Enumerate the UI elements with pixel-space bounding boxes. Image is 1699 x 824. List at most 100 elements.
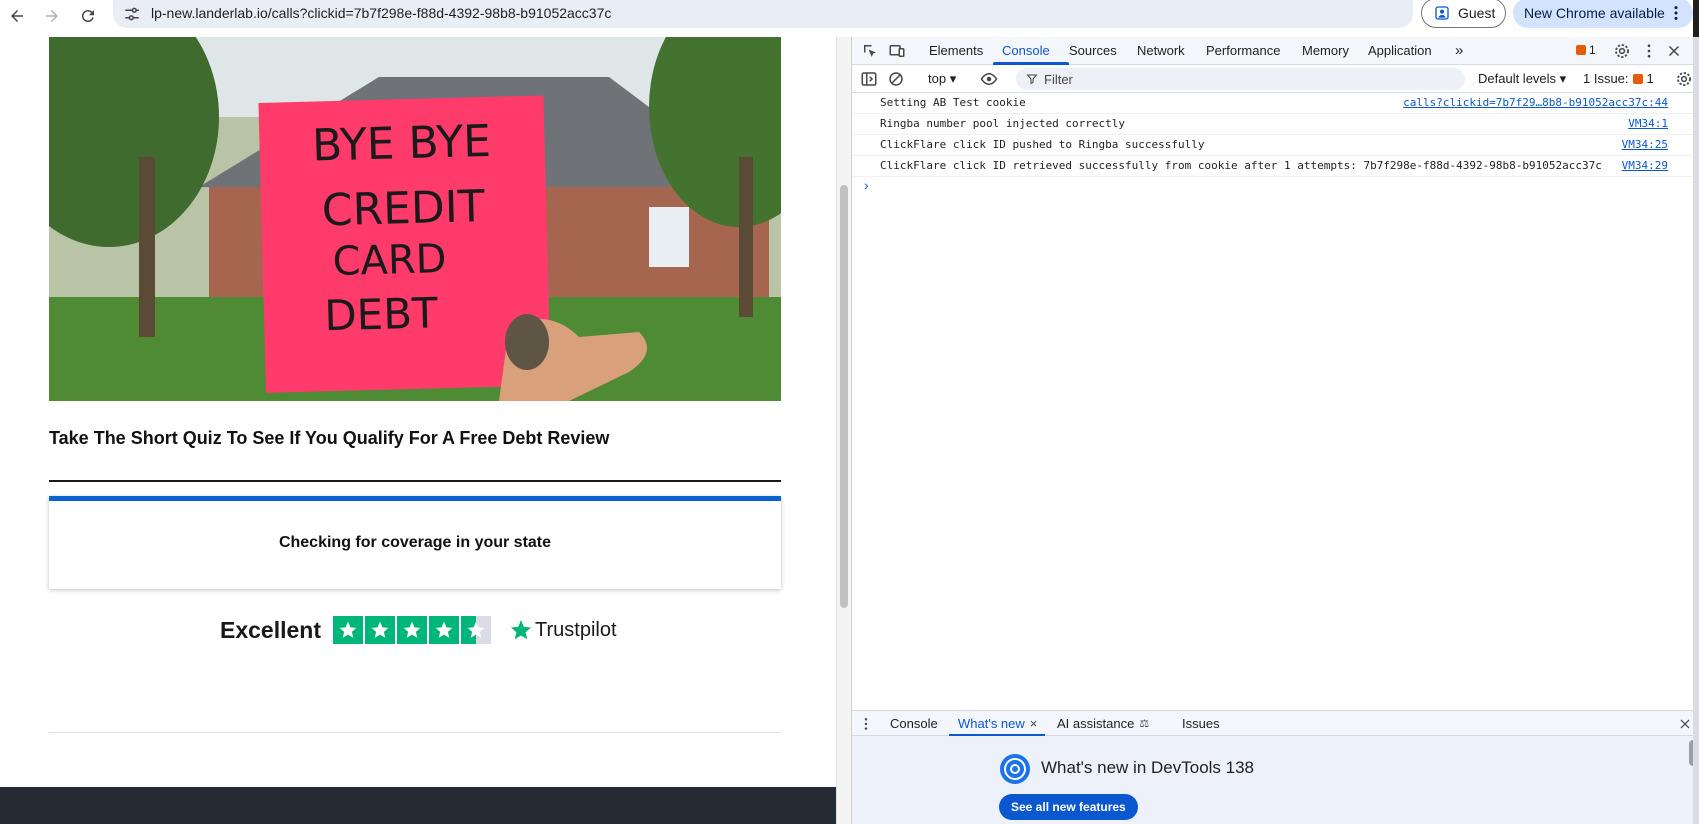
log-row: ClickFlare click ID retrieved successful… [852, 156, 1699, 177]
whats-new-panel: What's new in DevTools 138 See all new f… [852, 736, 1699, 824]
trust-stars [333, 616, 491, 644]
issues-counter[interactable]: 1 Issue: 1 [1583, 71, 1654, 86]
clear-console-icon[interactable] [887, 70, 905, 88]
issue-flag-icon [1632, 73, 1643, 84]
trustpilot-brand: Trustpilot [535, 618, 617, 641]
person-icon [1435, 6, 1449, 20]
log-source-link[interactable]: VM34:29 [1622, 159, 1668, 172]
tab-application[interactable]: Application [1368, 37, 1432, 65]
issues-badge[interactable]: 1 [1576, 43, 1596, 57]
log-message: ClickFlare click ID retrieved successful… [880, 159, 1602, 172]
arrow-left-icon [11, 10, 23, 22]
reload-button[interactable] [75, 3, 101, 29]
drawer-tab-ai-label: AI assistance [1057, 716, 1135, 731]
issues-label: 1 Issue: [1583, 71, 1629, 86]
inspect-element-icon[interactable] [861, 42, 879, 60]
close-icon[interactable] [1665, 42, 1683, 60]
console-settings-gear-icon[interactable] [1675, 70, 1693, 88]
browser-toolbar: lp-new.landerlab.io/calls?clickid=7b7f29… [0, 0, 1699, 37]
star-icon [429, 616, 459, 644]
section-divider [49, 732, 781, 733]
console-output: Setting AB Test cookie calls?clickid=7b7… [852, 93, 1699, 710]
context-value: top [928, 71, 947, 86]
update-chrome-button[interactable]: New Chrome available [1513, 0, 1693, 28]
quiz-status-text: Checking for coverage in your state [278, 534, 552, 551]
trustpilot-star-icon [511, 620, 531, 640]
drawer-tab-console[interactable]: Console [890, 711, 938, 737]
drawer-tab-ai-assistance[interactable]: AI assistance ⚖ [1057, 711, 1149, 737]
more-tabs-chevron-icon[interactable]: » [1455, 37, 1463, 65]
page-scrollbar-thumb[interactable] [840, 185, 848, 608]
arrow-right-icon [46, 10, 58, 22]
log-row: ClickFlare click ID pushed to Ringba suc… [852, 135, 1699, 156]
devtools-tabbar: Elements Console Sources Network Perform… [852, 37, 1699, 65]
filter-icon [1026, 74, 1038, 85]
screen: lp-new.landerlab.io/calls?clickid=7b7f29… [0, 0, 1699, 824]
note-line-2: CREDIT [321, 181, 485, 236]
issues-count: 1 [1646, 71, 1654, 86]
window-edge [1693, 37, 1699, 824]
note-line-3: CARD [332, 236, 447, 285]
device-toolbar-icon[interactable] [888, 42, 906, 60]
log-message: ClickFlare click ID pushed to Ringba suc… [880, 138, 1205, 151]
log-levels-label: Default levels [1478, 71, 1557, 86]
page-footer [0, 787, 836, 824]
half-star-icon [461, 616, 491, 644]
divider [49, 480, 781, 482]
flask-icon: ⚖ [1139, 718, 1150, 730]
address-bar[interactable]: lp-new.landerlab.io/calls?clickid=7b7f29… [113, 0, 1413, 28]
filter-placeholder: Filter [1044, 72, 1073, 87]
log-message: Setting AB Test cookie [880, 96, 1026, 109]
more-vert-icon [1674, 6, 1678, 20]
site-info-icon[interactable] [123, 5, 141, 23]
log-row: Ringba number pool injected correctly VM… [852, 114, 1699, 135]
log-source-link[interactable]: VM34:1 [1628, 117, 1668, 130]
star-icon [397, 616, 427, 644]
log-source-link[interactable]: VM34:25 [1622, 138, 1668, 151]
context-selector[interactable]: top ▾ [928, 71, 956, 87]
drawer-tab-issues[interactable]: Issues [1182, 711, 1220, 737]
gear-icon[interactable] [1613, 42, 1631, 60]
url-text[interactable]: lp-new.landerlab.io/calls?clickid=7b7f29… [151, 5, 611, 21]
log-levels-dropdown[interactable]: Default levels ▾ [1478, 71, 1566, 87]
devtools-logo-icon [1000, 754, 1030, 784]
window-edge [1693, 0, 1699, 37]
update-label: New Chrome available [1524, 5, 1665, 21]
issue-flag-icon [1576, 45, 1586, 55]
hero-image: BYE BYE CREDIT CARD DEBT [49, 37, 781, 401]
page-scrollbar[interactable] [836, 37, 851, 824]
star-icon [365, 616, 395, 644]
tab-sources[interactable]: Sources [1069, 37, 1117, 65]
drawer-tabbar: Console What's new × AI assistance ⚖ Issue… [852, 710, 1699, 737]
filter-input[interactable]: Filter [1016, 68, 1465, 90]
log-source-link[interactable]: calls?clickid=7b7f29…8b8-b91052acc37c:44 [1403, 96, 1668, 109]
back-button[interactable] [4, 3, 30, 29]
forward-button[interactable] [39, 3, 65, 29]
issues-badge-count: 1 [1589, 43, 1596, 57]
console-toolbar: top ▾ Filter Default levels ▾ 1 Issue: 1 [852, 65, 1699, 93]
tab-memory[interactable]: Memory [1302, 37, 1349, 65]
whats-new-title: What's new in DevTools 138 [1041, 758, 1255, 777]
note-line-4: DEBT [324, 288, 439, 340]
devtools-panel: Elements Console Sources Network Perform… [851, 37, 1699, 824]
see-all-features-button[interactable]: See all new features [999, 794, 1138, 820]
drawer-menu-icon[interactable] [860, 717, 872, 731]
trust-rating-label: Excellent [220, 616, 321, 643]
trustpilot-logo: Trustpilot [509, 618, 617, 642]
page-headline: Take The Short Quiz To See If You Qualif… [49, 428, 610, 448]
profile-label: Guest [1458, 5, 1496, 21]
more-vert-icon[interactable] [1640, 42, 1658, 60]
sidebar-toggle-icon[interactable] [860, 70, 878, 88]
trustpilot-badge[interactable]: Excellent Trustpilot [220, 615, 617, 645]
eye-icon[interactable] [980, 70, 998, 88]
tab-network[interactable]: Network [1137, 37, 1185, 65]
console-prompt-chevron-icon[interactable]: › [864, 177, 869, 193]
quiz-card: Checking for coverage in your state [49, 496, 781, 589]
close-drawer-icon[interactable] [1678, 717, 1692, 731]
tab-console[interactable]: Console [1002, 37, 1050, 65]
tab-elements[interactable]: Elements [929, 37, 983, 65]
tab-performance[interactable]: Performance [1206, 37, 1280, 65]
profile-button[interactable]: Guest [1421, 0, 1506, 28]
log-message: Ringba number pool injected correctly [880, 117, 1126, 130]
note-line-1: BYE BYE [311, 116, 491, 172]
